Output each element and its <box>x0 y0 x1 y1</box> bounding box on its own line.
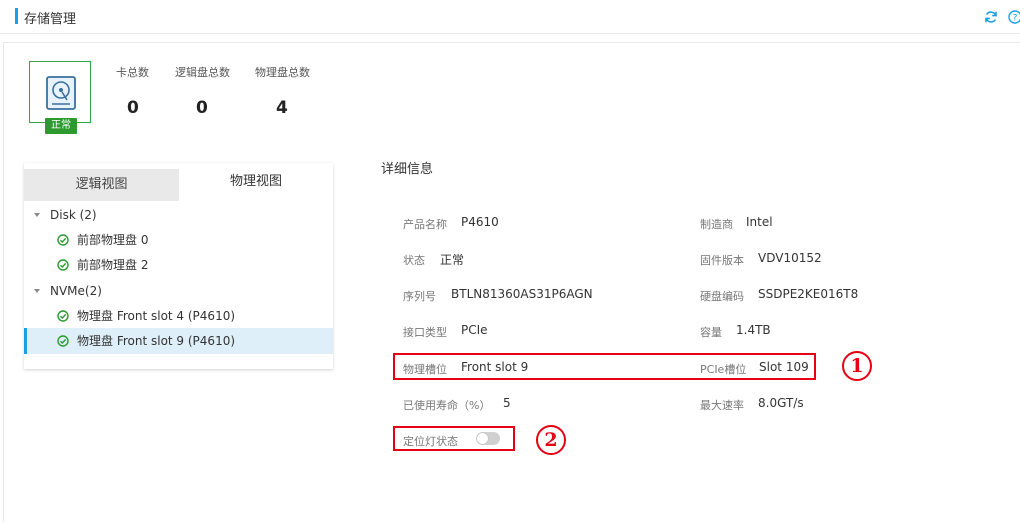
tree-item-label: 前部物理盘 0 <box>77 233 149 247</box>
max-rate-value: 8.0GT/s <box>758 396 804 410</box>
tree-group-disk[interactable]: Disk (2) <box>24 203 333 227</box>
hard-disk-icon <box>46 76 76 110</box>
page-header: 存储管理 ? <box>0 0 1020 34</box>
product-name-value: P4610 <box>461 215 499 229</box>
tree-item[interactable]: 前部物理盘 2 <box>24 253 333 277</box>
svg-text:?: ? <box>1013 14 1018 24</box>
firmware-version-value: VDV10152 <box>758 251 822 265</box>
manufacturer-label: 制造商 <box>700 218 733 231</box>
logical-disk-count-value: 0 <box>196 98 208 118</box>
max-rate-label: 最大速率 <box>700 399 744 412</box>
check-circle-icon <box>57 310 69 322</box>
firmware-version-label: 固件版本 <box>700 254 744 267</box>
tab-logical-view[interactable]: 逻辑视图 <box>24 169 179 201</box>
tab-physical-view[interactable]: 物理视图 <box>179 163 333 201</box>
status-badge: 正常 <box>45 118 77 134</box>
tree-group-label: Disk (2) <box>50 208 97 222</box>
caret-down-icon[interactable] <box>34 289 40 293</box>
serial-number-value: BTLN81360AS31P6AGN <box>451 287 593 301</box>
serial-number-label: 序列号 <box>403 290 436 303</box>
tree-item-label: 前部物理盘 2 <box>77 258 149 272</box>
tree-item[interactable]: 物理盘 Front slot 4 (P4610) <box>24 304 333 328</box>
used-life-label: 已使用寿命（%） <box>403 399 491 412</box>
tree-item-label: 物理盘 Front slot 4 (P4610) <box>77 309 236 323</box>
capacity-label: 容量 <box>700 326 722 339</box>
tree-item-selected[interactable]: 物理盘 Front slot 9 (P4610) <box>24 328 333 354</box>
disk-code-value: SSDPE2KE016T8 <box>758 287 859 301</box>
tree-group-nvme[interactable]: NVMe(2) <box>24 279 333 303</box>
view-tabs: 逻辑视图 物理视图 <box>24 163 333 201</box>
check-circle-icon <box>57 335 69 347</box>
tree-item-label: 物理盘 Front slot 9 (P4610) <box>77 334 236 348</box>
caret-down-icon[interactable] <box>34 213 40 217</box>
interface-type-value: PCIe <box>461 323 488 337</box>
used-life-value: 5 <box>503 396 511 410</box>
physical-disk-count-label: 物理盘总数 <box>255 66 310 79</box>
physical-disk-count-value: 4 <box>276 98 288 118</box>
annotation-marker-2: 2 <box>536 425 566 455</box>
selection-indicator <box>24 328 27 354</box>
product-name-label: 产品名称 <box>403 218 447 231</box>
details-title: 详细信息 <box>381 162 434 177</box>
interface-type-label: 接口类型 <box>403 326 447 339</box>
title-accent-bar <box>15 8 18 24</box>
status-value: 正常 <box>440 253 465 267</box>
tree-group-label: NVMe(2) <box>50 284 102 298</box>
help-icon[interactable]: ? <box>1008 10 1020 24</box>
annotation-box-locate-led <box>393 426 515 451</box>
annotation-box-slots <box>393 353 816 380</box>
disk-tree-panel: 逻辑视图 物理视图 Disk (2) 前部物理盘 0 前部物理盘 2 NVMe(… <box>24 163 333 369</box>
check-circle-icon <box>57 234 69 246</box>
annotation-marker-1: 1 <box>842 351 872 381</box>
capacity-value: 1.4TB <box>736 323 771 337</box>
tree-item[interactable]: 前部物理盘 0 <box>24 228 333 252</box>
disk-code-label: 硬盘编码 <box>700 290 744 303</box>
refresh-icon[interactable] <box>984 10 998 24</box>
card-count-value: 0 <box>127 98 139 118</box>
check-circle-icon <box>57 259 69 271</box>
status-label: 状态 <box>403 254 425 267</box>
logical-disk-count-label: 逻辑盘总数 <box>175 66 230 79</box>
card-count-label: 卡总数 <box>116 66 149 79</box>
disk-status-card <box>29 61 91 123</box>
manufacturer-value: Intel <box>746 215 773 229</box>
page-title: 存储管理 <box>24 12 77 27</box>
